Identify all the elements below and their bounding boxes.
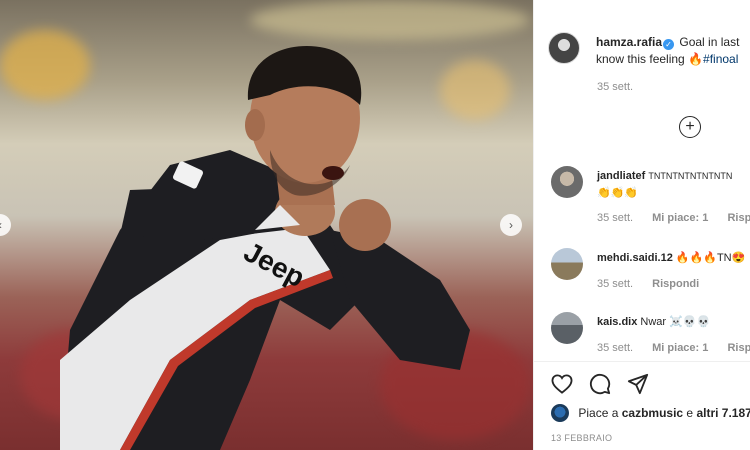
commenter-avatar[interactable]	[551, 248, 583, 280]
share-icon	[627, 373, 649, 395]
chevron-right-icon: ›	[509, 218, 513, 232]
reply-button[interactable]: Rispondi	[727, 212, 750, 224]
post-sidebar: hamza.rafia ✓ Goal in last know this feel…	[533, 0, 750, 450]
comment-button[interactable]	[588, 372, 612, 396]
comment-time: 35 sett.	[597, 212, 634, 224]
comment-icon	[589, 373, 611, 395]
comment-text: kais.dix Nwar ☠️💀💀	[597, 314, 750, 331]
comment-meta: 35 sett. Rispondi	[597, 278, 715, 290]
liker-avatar[interactable]	[551, 404, 569, 422]
likes-prefix: Piace a	[578, 406, 619, 420]
comment-time: 35 sett.	[597, 278, 634, 290]
chevron-left-icon: ‹	[0, 218, 2, 232]
caption-emoji: 🔥	[688, 52, 704, 66]
comment-text: mehdi.saidi.12 🔥🔥🔥TN😍	[597, 250, 750, 267]
likes-and: e	[686, 406, 694, 420]
commenter-avatar[interactable]	[551, 312, 583, 344]
post-timestamp: 35 sett.	[597, 81, 634, 93]
load-more-comments-button[interactable]: +	[679, 116, 701, 138]
comment-meta: 35 sett. Mi piace: 1 Rispondi	[597, 212, 750, 224]
comment-username[interactable]: jandliatef	[597, 170, 645, 182]
comment-text: jandliatef TNTNTNTNTNTNTN 👏👏👏	[597, 168, 750, 202]
commenter-avatar[interactable]	[551, 166, 583, 198]
comment-body: TNTNTNTNTNTNTN	[648, 171, 733, 181]
author-username[interactable]: hamza.rafia	[596, 35, 662, 49]
comment-likes[interactable]: Mi piace: 1	[652, 212, 708, 224]
hashtag-link[interactable]: #finoal	[703, 52, 738, 66]
plus-icon: +	[685, 118, 695, 135]
post-actions	[550, 372, 650, 396]
heart-icon	[551, 374, 573, 394]
verified-badge-icon: ✓	[663, 39, 675, 50]
comment-body: 🔥🔥🔥TN😍	[675, 252, 746, 264]
comment-meta: 35 sett. Mi piace: 1 Rispondi	[597, 342, 750, 354]
reply-button[interactable]: Rispondi	[652, 278, 699, 290]
post-date: 13 FEBBRAIO	[551, 433, 613, 443]
likes-others-link[interactable]: altri 7.187	[696, 406, 750, 420]
divider	[534, 361, 750, 362]
likes-summary: Piace a cazbmusic e altri 7.187	[551, 404, 750, 422]
comment-username[interactable]: mehdi.saidi.12	[597, 252, 673, 264]
comment-time: 35 sett.	[597, 342, 634, 354]
player-figure: Jeep	[60, 45, 470, 450]
caption-text-line2: know this feeling	[596, 52, 685, 66]
like-button[interactable]	[550, 372, 574, 396]
comment-likes[interactable]: Mi piace: 1	[652, 342, 708, 354]
author-avatar[interactable]	[548, 32, 580, 64]
next-photo-button[interactable]: ›	[500, 214, 522, 236]
reply-button[interactable]: Rispondi	[727, 342, 750, 354]
comment-body-line2: 👏👏👏	[597, 187, 639, 199]
post-caption: hamza.rafia ✓ Goal in last know this feel…	[596, 34, 750, 68]
comment-body: Nwar ☠️💀💀	[640, 316, 711, 328]
liker-username[interactable]: cazbmusic	[622, 406, 683, 420]
share-button[interactable]	[626, 372, 650, 396]
comment-username[interactable]: kais.dix	[597, 316, 637, 328]
post-photo[interactable]: Jeep ‹ ›	[0, 0, 533, 450]
caption-text: Goal in last	[679, 35, 740, 49]
